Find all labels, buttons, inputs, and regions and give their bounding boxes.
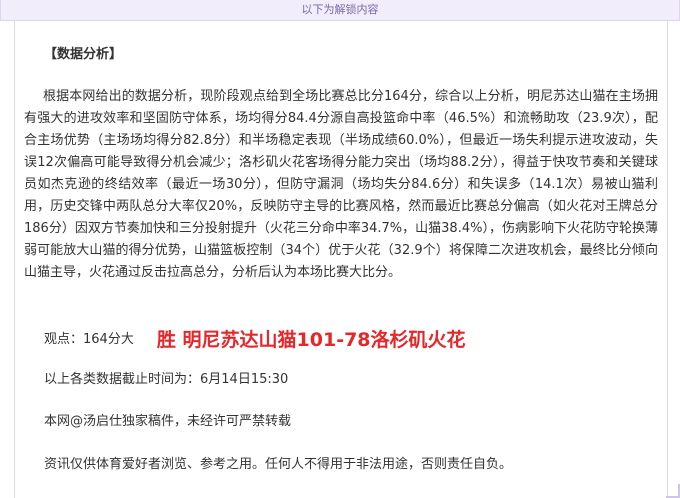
copyright-notice: 本网@汤启仕独家稿件，未经许可严禁转载 <box>44 414 292 429</box>
corner-decoration <box>666 484 680 498</box>
section-title: 【数据分析】 <box>44 47 123 62</box>
analysis-paragraph: 根据本网给出的数据分析，现阶段观点给到全场比赛总比分164分，综合以上分析，明尼… <box>24 89 658 280</box>
verdict-row: 观点：164分大 胜 明尼苏达山猫101-78洛杉矶火花 <box>44 328 466 352</box>
verdict-result: 胜 明尼苏达山猫101-78洛杉矶火花 <box>156 329 466 351</box>
verdict-label: 观点：164分大 <box>44 332 134 347</box>
disclaimer-text: 资讯仅供体育爱好者浏览、参考之用。任何人不得用于非法用途，否则责任自负。 <box>44 457 513 472</box>
data-deadline-text: 以上各类数据截止时间为：6月14日15:30 <box>44 372 289 387</box>
unlock-banner: 以下为解锁内容 <box>0 0 680 21</box>
